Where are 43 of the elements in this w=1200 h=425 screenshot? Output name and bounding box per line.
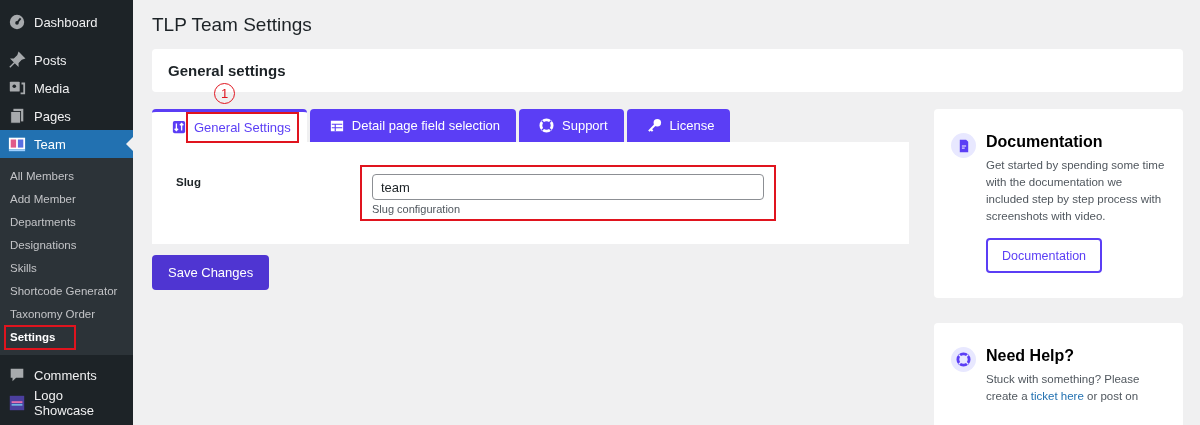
- submenu-item[interactable]: Settings: [5, 326, 75, 349]
- submenu-item[interactable]: Taxonomy Order: [0, 303, 133, 326]
- submenu-item[interactable]: All Members: [0, 165, 133, 188]
- menu-item[interactable]: Dashboard: [0, 8, 133, 36]
- menu-item[interactable]: Logo Showcase: [0, 389, 133, 417]
- submenu-item[interactable]: Add Member: [0, 188, 133, 211]
- submenu-item[interactable]: Departments: [0, 211, 133, 234]
- media-icon: [8, 79, 26, 97]
- current-arrow-icon: [126, 137, 133, 151]
- card-title: General settings: [168, 62, 287, 79]
- card-title: Need Help?: [986, 347, 1075, 365]
- card-text: Stuck with something? Please create a ticket here or post on: [986, 372, 1141, 404]
- sliders-icon: [172, 120, 186, 134]
- menu-item[interactable]: Pages: [0, 102, 133, 130]
- tab[interactable]: Support: [519, 109, 624, 142]
- key-icon: [646, 118, 662, 133]
- pushpin-icon: [8, 51, 26, 69]
- page-title: TLP Team Settings: [152, 14, 313, 36]
- submenu-item[interactable]: Designations: [0, 234, 133, 257]
- submenu-item[interactable]: Skills: [0, 257, 133, 280]
- logo-grid-icon: [8, 394, 26, 412]
- document-icon: [951, 133, 976, 158]
- menu-item[interactable]: Media: [0, 74, 133, 102]
- menu-item[interactable]: Team: [0, 130, 133, 158]
- documentation-button[interactable]: Documentation: [986, 238, 1103, 273]
- lifebuoy-icon: [539, 118, 554, 133]
- table-icon: [329, 118, 344, 133]
- field-description: Slug configuration: [372, 203, 462, 215]
- pages-icon: [8, 107, 26, 125]
- field-label: Slug: [176, 175, 202, 190]
- card-text: Get started by spending some time with the documentation we included step by step process with screenshots with video.: [986, 158, 1166, 224]
- card-title: Documentation: [986, 133, 1104, 151]
- save-button[interactable]: Save Changes: [152, 255, 270, 290]
- team-icon: [8, 135, 26, 153]
- menu-item[interactable]: Posts: [0, 46, 133, 74]
- tab[interactable]: Detail page field selection: [309, 109, 516, 142]
- gauge-icon: [8, 13, 26, 31]
- tab[interactable]: License: [626, 109, 731, 142]
- ticket-link[interactable]: ticket here: [1030, 390, 1084, 402]
- input-field[interactable]: team: [372, 174, 764, 200]
- menu-item[interactable]: Comments: [0, 361, 133, 389]
- lifebuoy-icon: [951, 347, 976, 372]
- submenu-item[interactable]: Shortcode Generator: [0, 280, 133, 303]
